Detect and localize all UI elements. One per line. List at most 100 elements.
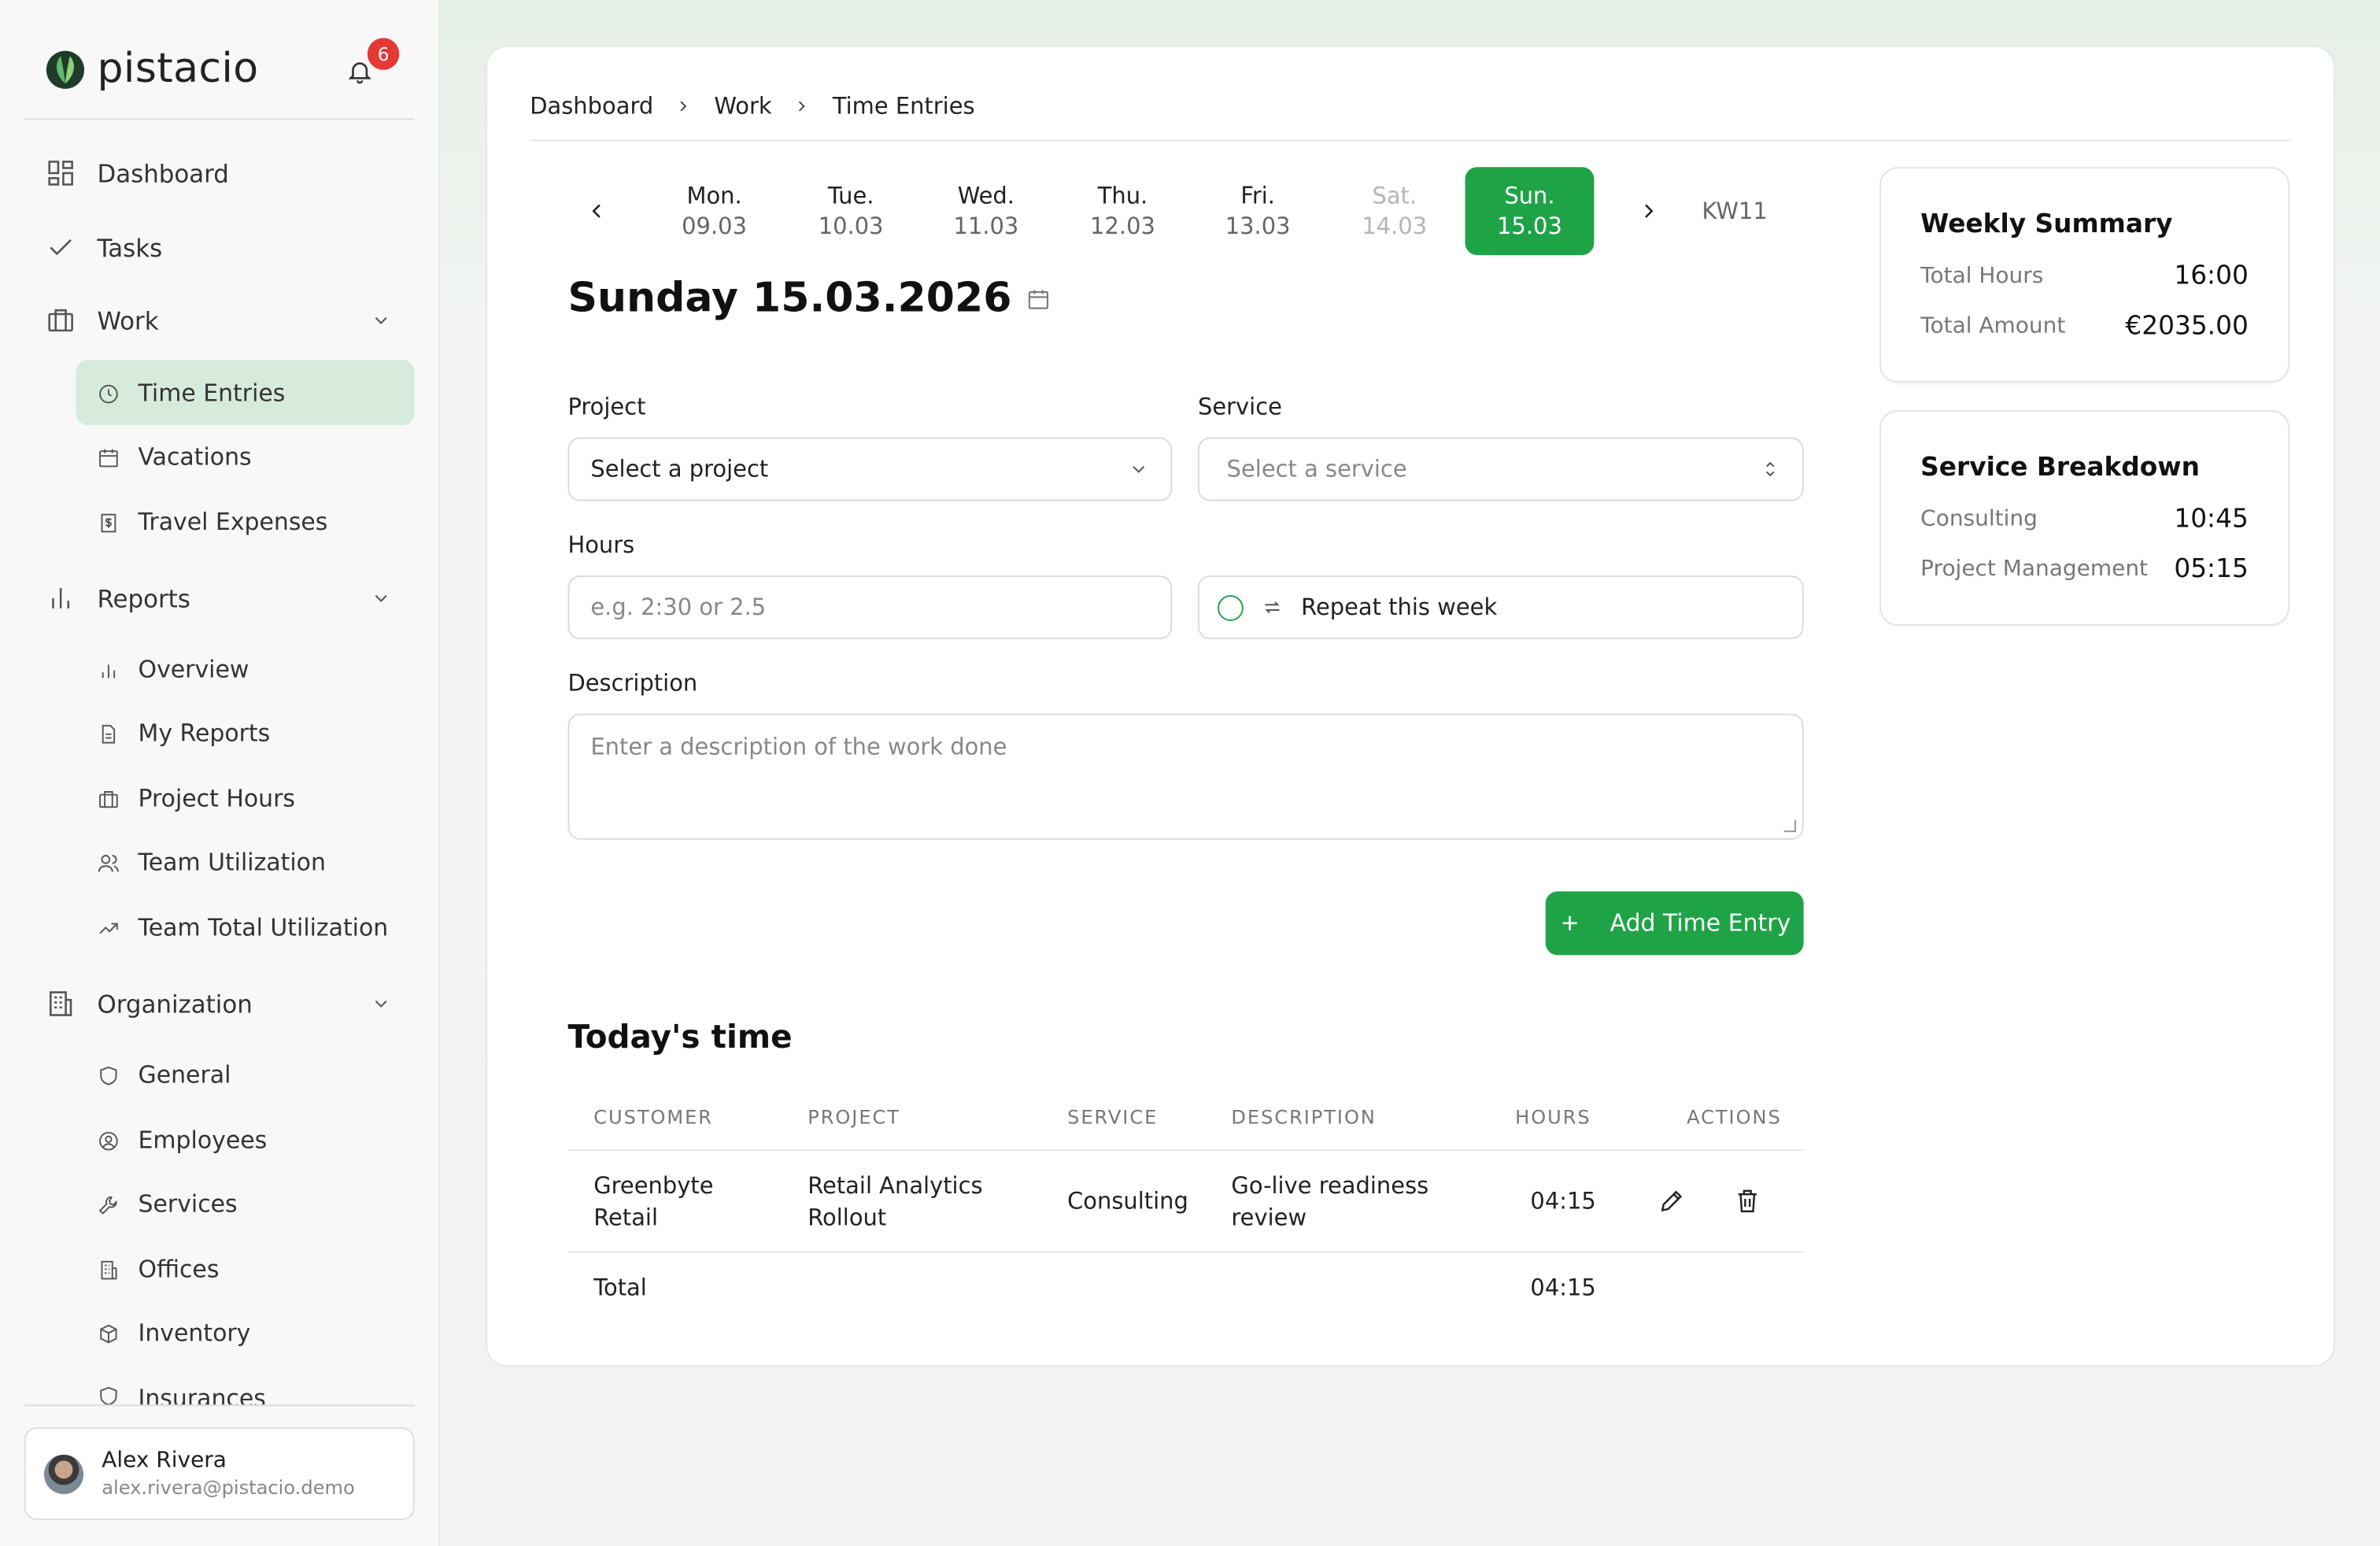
sidebar-item-overview[interactable]: Overview (97, 656, 249, 683)
resize-handle[interactable] (1783, 819, 1797, 833)
sidebar-item-project-hours[interactable]: Project Hours (97, 785, 295, 812)
chevron-up-down-icon (1765, 461, 1775, 477)
day-monday[interactable]: Mon. 09.03 (650, 167, 779, 255)
column-header-project: PROJECT (808, 1105, 900, 1129)
sidebar-item-offices[interactable]: Offices (97, 1256, 219, 1283)
column-header-customer: CUSTOMER (593, 1105, 713, 1129)
briefcase-icon (48, 309, 73, 332)
repeat-label: Repeat this week (1301, 594, 1498, 621)
sidebar-item-employees[interactable]: Employees (97, 1126, 267, 1154)
document-icon (102, 723, 116, 743)
day-sunday-selected[interactable]: Sun. 15.03 (1465, 167, 1595, 256)
breadcrumb-dashboard[interactable]: Dashboard (530, 93, 653, 120)
day-name: Tue. (827, 182, 874, 210)
sidebar-item-vacations[interactable]: Vacations (97, 443, 252, 471)
service-breakdown-panel: Service Breakdown Consulting 10:45 Proje… (1879, 409, 2289, 626)
day-date: 13.03 (1225, 213, 1291, 240)
sidebar-item-inventory[interactable]: Inventory (97, 1319, 250, 1347)
sidebar-item-label: Team Total Utilization (138, 914, 389, 941)
sidebar-item-time-entries[interactable]: Time Entries (97, 379, 285, 407)
day-thursday[interactable]: Thu. 12.03 (1059, 167, 1188, 255)
chevron-down-icon[interactable] (371, 310, 392, 331)
description-placeholder: Enter a description of the work done (590, 733, 1007, 761)
cell-service: Consulting (1067, 1187, 1188, 1215)
breadcrumb-work[interactable]: Work (714, 93, 771, 120)
column-header-actions: ACTIONS (1687, 1105, 1782, 1129)
service-label-project-management: Project Management (1920, 557, 2149, 582)
shield-icon (100, 1386, 117, 1405)
description-textarea[interactable]: Enter a description of the work done (567, 713, 1804, 840)
trash-icon[interactable] (1734, 1187, 1761, 1215)
column-header-description: DESCRIPTION (1231, 1105, 1377, 1129)
user-circle-icon (99, 1130, 118, 1150)
total-label: Total (593, 1274, 647, 1302)
sidebar-item-label: Work (97, 305, 159, 335)
sidebar-item-label: Organization (97, 989, 253, 1019)
users-icon (98, 854, 119, 871)
cell-description: Go-live readiness review (1231, 1172, 1429, 1232)
sidebar-item-reports[interactable]: Reports (46, 583, 190, 614)
pencil-icon[interactable] (1658, 1187, 1685, 1215)
brand[interactable]: pistacio (46, 46, 259, 93)
sidebar-item-team-total-utilization[interactable]: Team Total Utilization (97, 914, 388, 941)
sidebar-item-my-reports[interactable]: My Reports (97, 719, 270, 747)
user-profile-card[interactable]: Alex Rivera alex.rivera@pistacio.demo (24, 1427, 415, 1520)
day-friday[interactable]: Fri. 13.03 (1193, 167, 1322, 255)
add-time-entry-label: Add Time Entry (1609, 909, 1791, 938)
sidebar-item-travel-expenses[interactable]: Travel Expenses (97, 509, 327, 536)
sidebar-item-work[interactable]: Work (46, 305, 159, 336)
service-breakdown-title: Service Breakdown (1920, 452, 2200, 483)
day-date: 15.03 (1497, 213, 1562, 240)
day-name: Wed. (957, 182, 1015, 210)
service-value-project-management: 05:15 (2174, 554, 2249, 585)
day-wednesday[interactable]: Wed. 11.03 (922, 167, 1051, 255)
project-select[interactable]: Select a project (567, 437, 1173, 501)
day-saturday[interactable]: Sat. 14.03 (1330, 167, 1459, 255)
calendar-icon[interactable] (1027, 287, 1051, 311)
total-hours: 04:15 (1530, 1274, 1596, 1302)
bar-chart-icon (52, 588, 70, 608)
sidebar-item-services[interactable]: Services (97, 1190, 238, 1219)
clock-icon (99, 383, 118, 403)
chevron-left-icon[interactable] (585, 199, 609, 224)
cell-project: Retail Analytics Rollout (808, 1172, 983, 1232)
sidebar-item-label: Services (138, 1190, 238, 1219)
office-icon (101, 1259, 117, 1279)
chevron-down-icon[interactable] (371, 588, 392, 609)
chevron-right-icon (799, 101, 806, 112)
check-icon (50, 239, 72, 256)
sidebar-item-general[interactable]: General (97, 1061, 231, 1089)
repeat-week-toggle[interactable]: Repeat this week (1197, 575, 1804, 640)
trend-up-icon (99, 922, 118, 934)
chevron-right-icon[interactable] (1636, 199, 1661, 224)
description-label: Description (567, 669, 698, 697)
sidebar-item-label: Dashboard (97, 158, 229, 188)
divider (24, 1404, 415, 1407)
day-tuesday[interactable]: Tue. 10.03 (786, 167, 915, 255)
day-name: Thu. (1097, 182, 1148, 210)
hours-input-placeholder: e.g. 2:30 or 2.5 (590, 594, 767, 621)
service-select[interactable]: Select a service (1197, 437, 1804, 501)
sidebar-item-label: Travel Expenses (138, 509, 328, 536)
repeat-radio[interactable] (1218, 594, 1244, 620)
add-time-entry-button[interactable]: Add Time Entry (1545, 891, 1804, 956)
breadcrumb-time-entries: Time Entries (832, 92, 975, 120)
sidebar-item-label: Offices (138, 1256, 220, 1284)
bar-chart-icon (102, 664, 116, 678)
sidebar-item-insurances[interactable]: Insurances (97, 1385, 266, 1405)
sidebar-item-label: Insurances (138, 1385, 266, 1405)
sidebar-item-team-utilization[interactable]: Team Utilization (97, 849, 326, 877)
user-email: alex.rivera@pistacio.demo (102, 1475, 355, 1499)
hours-input[interactable]: e.g. 2:30 or 2.5 (567, 575, 1173, 640)
day-name: Sun. (1504, 182, 1555, 210)
sidebar-item-organization[interactable]: Organization (46, 989, 253, 1019)
sidebar-item-tasks[interactable]: Tasks (46, 232, 162, 263)
service-label: Service (1197, 393, 1282, 421)
day-name: Sat. (1372, 182, 1417, 210)
brand-name: pistacio (97, 45, 259, 93)
cell-hours: 04:15 (1530, 1187, 1596, 1215)
sidebar-item-label: Team Utilization (138, 849, 326, 877)
total-hours-label: Total Hours (1920, 264, 2044, 289)
chevron-down-icon[interactable] (371, 993, 392, 1015)
sidebar-item-dashboard[interactable]: Dashboard (46, 158, 229, 189)
